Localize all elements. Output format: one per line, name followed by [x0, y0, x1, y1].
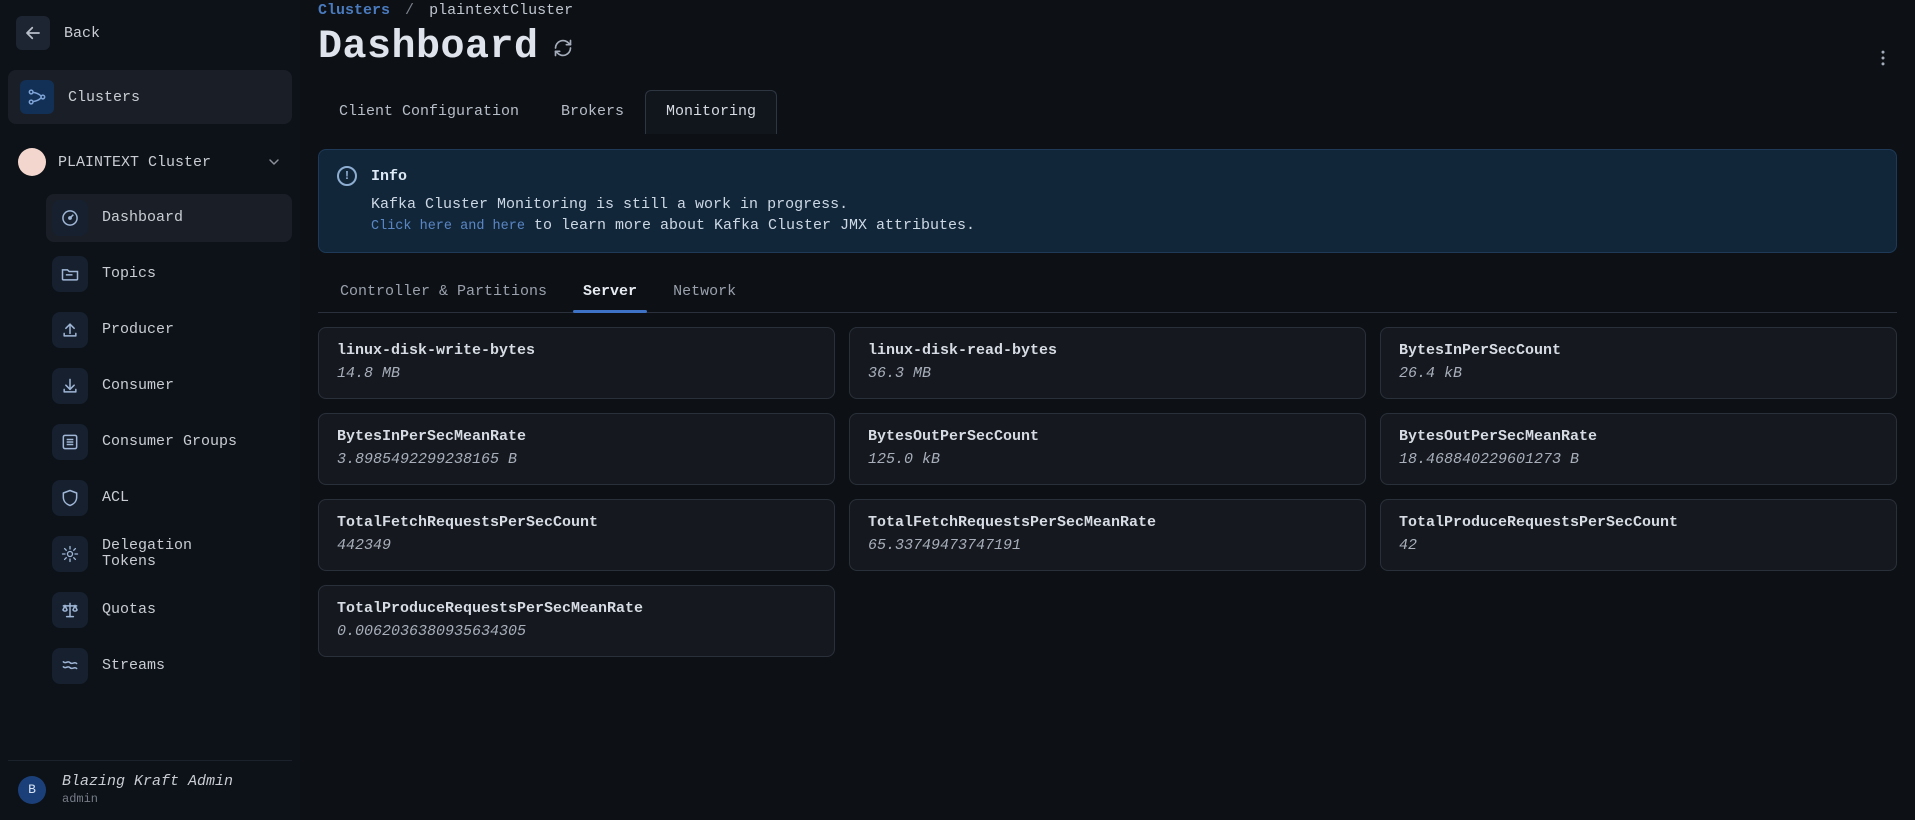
sidebar-item-label: Consumer Groups	[102, 434, 282, 451]
metric-card: BytesOutPerSecMeanRate 18.46884022960127…	[1380, 413, 1897, 485]
metric-name: BytesInPerSecCount	[1399, 342, 1878, 359]
metric-card: TotalFetchRequestsPerSecMeanRate 65.3374…	[849, 499, 1366, 571]
sidebar-item-label: Consumer	[102, 378, 282, 395]
tab-brokers[interactable]: Brokers	[540, 90, 645, 134]
metric-value: 26.4 kB	[1399, 365, 1878, 382]
sidebar-item-clusters[interactable]: Clusters	[8, 70, 292, 124]
breadcrumb-sep: /	[399, 2, 420, 19]
page-title: Dashboard	[318, 25, 539, 70]
breadcrumb-current: plaintextCluster	[429, 2, 573, 19]
info-line2-rest: to learn more about Kafka Cluster JMX at…	[525, 217, 975, 234]
sidebar-item-label: Topics	[102, 266, 282, 283]
metric-card: TotalProduceRequestsPerSecCount 42	[1380, 499, 1897, 571]
sidebar-item-topics[interactable]: Topics	[46, 250, 292, 298]
more-menu-button[interactable]	[1871, 46, 1895, 70]
download-icon	[52, 368, 88, 404]
metric-name: TotalFetchRequestsPerSecCount	[337, 514, 816, 531]
clusters-icon	[20, 80, 54, 114]
footer-user-block: Blazing Kraft Admin admin	[62, 773, 233, 806]
metric-card: BytesOutPerSecCount 125.0 kB	[849, 413, 1366, 485]
info-banner: ! Info Kafka Cluster Monitoring is still…	[318, 149, 1897, 253]
list-icon	[52, 424, 88, 460]
metric-card: linux-disk-write-bytes 14.8 MB	[318, 327, 835, 399]
primary-tabs: Client Configuration Brokers Monitoring	[318, 90, 1897, 135]
streams-icon	[52, 648, 88, 684]
metric-cards: linux-disk-write-bytes 14.8 MB linux-dis…	[318, 327, 1897, 657]
metric-value: 65.33749473747191	[868, 537, 1347, 554]
metric-card: TotalFetchRequestsPerSecCount 442349	[318, 499, 835, 571]
sidebar-item-label: Delegation Tokens	[102, 538, 282, 571]
subtab-network[interactable]: Network	[669, 275, 740, 312]
sidebar: Back Clusters PLAINTEXT Cluster Dashboar…	[0, 0, 300, 820]
sidebar-item-consumer[interactable]: Consumer	[46, 362, 292, 410]
sidebar-clusters-label: Clusters	[68, 89, 140, 106]
sidebar-footer[interactable]: B Blazing Kraft Admin admin	[8, 760, 292, 820]
chevron-down-icon	[266, 154, 282, 170]
back-label: Back	[64, 25, 100, 42]
sidebar-item-streams[interactable]: Streams	[46, 642, 292, 690]
shield-icon	[52, 480, 88, 516]
info-line1: Kafka Cluster Monitoring is still a work…	[371, 196, 1878, 213]
metric-card: BytesInPerSecMeanRate 3.8985492299238165…	[318, 413, 835, 485]
scales-icon	[52, 592, 88, 628]
metric-card: TotalProduceRequestsPerSecMeanRate 0.006…	[318, 585, 835, 657]
cluster-nav: Dashboard Topics Producer Consumer	[8, 194, 292, 690]
upload-icon	[52, 312, 88, 348]
breadcrumb-root[interactable]: Clusters	[318, 2, 390, 19]
metric-value: 42	[1399, 537, 1878, 554]
metric-value: 36.3 MB	[868, 365, 1347, 382]
subtab-server[interactable]: Server	[579, 275, 641, 312]
refresh-icon[interactable]	[553, 38, 573, 58]
sidebar-item-label: Quotas	[102, 602, 282, 619]
avatar: B	[18, 776, 46, 804]
secondary-tabs: Controller & Partitions Server Network	[318, 275, 1897, 313]
metric-name: TotalProduceRequestsPerSecMeanRate	[337, 600, 816, 617]
selected-cluster-label: PLAINTEXT Cluster	[58, 154, 211, 171]
gauge-icon	[52, 200, 88, 236]
metric-card: BytesInPerSecCount 26.4 kB	[1380, 327, 1897, 399]
sidebar-item-dashboard[interactable]: Dashboard	[46, 194, 292, 242]
sidebar-item-consumer-groups[interactable]: Consumer Groups	[46, 418, 292, 466]
folder-icon	[52, 256, 88, 292]
metric-value: 442349	[337, 537, 816, 554]
sidebar-item-acl[interactable]: ACL	[46, 474, 292, 522]
metric-card: linux-disk-read-bytes 36.3 MB	[849, 327, 1366, 399]
tab-client-configuration[interactable]: Client Configuration	[318, 90, 540, 134]
token-icon	[52, 536, 88, 572]
sidebar-item-label: Streams	[102, 658, 282, 675]
metric-name: BytesOutPerSecMeanRate	[1399, 428, 1878, 445]
metric-name: linux-disk-write-bytes	[337, 342, 816, 359]
sidebar-item-label: ACL	[102, 490, 282, 507]
sidebar-item-delegation-tokens[interactable]: Delegation Tokens	[46, 530, 292, 578]
sidebar-item-label: Producer	[102, 322, 282, 339]
metric-value: 14.8 MB	[337, 365, 816, 382]
metric-name: TotalProduceRequestsPerSecCount	[1399, 514, 1878, 531]
metric-value: 0.0062036380935634305	[337, 623, 816, 640]
footer-user-role: admin	[62, 792, 233, 806]
metric-name: BytesInPerSecMeanRate	[337, 428, 816, 445]
subtab-controller-partitions[interactable]: Controller & Partitions	[336, 275, 551, 312]
tab-monitoring[interactable]: Monitoring	[645, 90, 777, 134]
back-button[interactable]: Back	[8, 10, 292, 56]
sidebar-item-quotas[interactable]: Quotas	[46, 586, 292, 634]
metric-value: 3.8985492299238165 B	[337, 451, 816, 468]
info-label: Info	[371, 168, 407, 185]
metric-name: linux-disk-read-bytes	[868, 342, 1347, 359]
metric-value: 18.468840229601273 B	[1399, 451, 1878, 468]
metric-value: 125.0 kB	[868, 451, 1347, 468]
footer-user-name: Blazing Kraft Admin	[62, 773, 233, 790]
metric-name: TotalFetchRequestsPerSecMeanRate	[868, 514, 1347, 531]
breadcrumb: Clusters / plaintextCluster	[318, 0, 1897, 19]
metric-name: BytesOutPerSecCount	[868, 428, 1347, 445]
cluster-selector[interactable]: PLAINTEXT Cluster	[8, 140, 292, 184]
main-content: Clusters / plaintextCluster Dashboard Cl…	[300, 0, 1915, 820]
back-arrow-icon	[16, 16, 50, 50]
info-icon: !	[337, 166, 357, 186]
cluster-status-dot-icon	[18, 148, 46, 176]
info-link[interactable]: Click here and here	[371, 219, 525, 234]
sidebar-item-producer[interactable]: Producer	[46, 306, 292, 354]
sidebar-item-label: Dashboard	[102, 210, 282, 227]
